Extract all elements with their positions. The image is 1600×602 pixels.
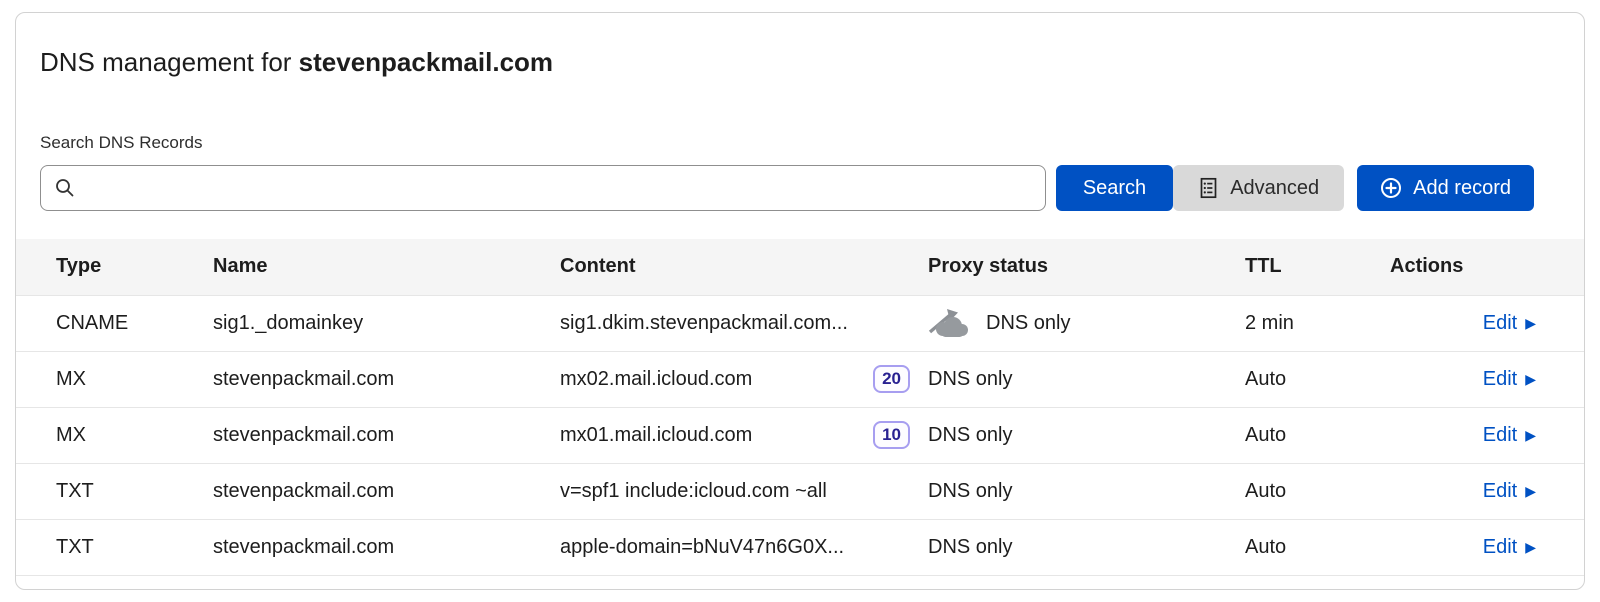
record-name: stevenpackmail.com: [213, 407, 560, 463]
plus-circle-icon: [1380, 177, 1402, 199]
record-name: stevenpackmail.com: [213, 351, 560, 407]
record-type: TXT: [16, 463, 213, 519]
record-ttl: Auto: [1245, 407, 1390, 463]
record-content: v=spf1 include:icloud.com ~all: [560, 480, 827, 503]
search-button-label: Search: [1083, 177, 1146, 200]
edit-button[interactable]: Edit ▶: [1483, 312, 1536, 335]
column-header-actions: Actions: [1390, 239, 1584, 295]
search-box: [40, 165, 1046, 211]
column-header-content: Content: [560, 239, 928, 295]
search-controls: Search Advanced: [40, 165, 1560, 211]
edit-button[interactable]: Edit ▶: [1483, 424, 1536, 447]
search-input[interactable]: [40, 165, 1046, 211]
priority-badge: 20: [873, 365, 910, 393]
edit-button-label: Edit: [1483, 424, 1517, 447]
proxy-status-text: DNS only: [928, 424, 1012, 447]
edit-arrow-icon: ▶: [1525, 484, 1536, 498]
page-title: DNS management for stevenpackmail.com: [40, 47, 1560, 77]
search-records-label: Search DNS Records: [40, 133, 1560, 153]
page-title-prefix: DNS management for: [40, 47, 299, 77]
record-type: MX: [16, 407, 213, 463]
record-content: mx02.mail.icloud.com: [560, 368, 752, 391]
domain-name: stevenpackmail.com: [299, 47, 553, 77]
edit-arrow-icon: ▶: [1525, 428, 1536, 442]
record-ttl: Auto: [1245, 351, 1390, 407]
search-button[interactable]: Search: [1056, 165, 1173, 211]
record-content: apple-domain=bNuV47n6G0X...: [560, 536, 844, 559]
edit-button[interactable]: Edit ▶: [1483, 536, 1536, 559]
edit-button[interactable]: Edit ▶: [1483, 480, 1536, 503]
table-row: CNAME sig1._domainkey sig1.dkim.stevenpa…: [16, 295, 1584, 351]
table-row: TXT stevenpackmail.com v=spf1 include:ic…: [16, 463, 1584, 519]
record-ttl: 2 min: [1245, 295, 1390, 351]
edit-arrow-icon: ▶: [1525, 372, 1536, 386]
proxy-status-text: DNS only: [928, 536, 1012, 559]
edit-arrow-icon: ▶: [1525, 316, 1536, 330]
proxy-status-text: DNS only: [928, 368, 1012, 391]
column-header-proxy-status: Proxy status: [928, 239, 1245, 295]
table-row: MX stevenpackmail.com mx01.mail.icloud.c…: [16, 407, 1584, 463]
dns-management-panel: DNS management for stevenpackmail.com Se…: [15, 12, 1585, 590]
dns-only-cloud-icon: [928, 308, 972, 338]
edit-button-label: Edit: [1483, 536, 1517, 559]
record-name: stevenpackmail.com: [213, 463, 560, 519]
edit-button-label: Edit: [1483, 368, 1517, 391]
column-header-ttl: TTL: [1245, 239, 1390, 295]
dns-records-table: Type Name Content Proxy status TTL Actio…: [16, 239, 1584, 576]
advanced-button-label: Advanced: [1230, 177, 1319, 200]
record-ttl: Auto: [1245, 463, 1390, 519]
record-name: stevenpackmail.com: [213, 519, 560, 575]
list-document-icon: [1198, 177, 1219, 199]
edit-arrow-icon: ▶: [1525, 540, 1536, 554]
priority-badge: 10: [873, 421, 910, 449]
record-type: MX: [16, 351, 213, 407]
record-type: CNAME: [16, 295, 213, 351]
record-type: TXT: [16, 519, 213, 575]
table-row: MX stevenpackmail.com mx02.mail.icloud.c…: [16, 351, 1584, 407]
column-header-type: Type: [16, 239, 213, 295]
proxy-status-text: DNS only: [928, 480, 1012, 503]
add-record-button-label: Add record: [1413, 177, 1511, 200]
record-content: mx01.mail.icloud.com: [560, 424, 752, 447]
record-name: sig1._domainkey: [213, 295, 560, 351]
proxy-status-text: DNS only: [986, 312, 1070, 335]
table-header-row: Type Name Content Proxy status TTL Actio…: [16, 239, 1584, 295]
record-ttl: Auto: [1245, 519, 1390, 575]
edit-button-label: Edit: [1483, 480, 1517, 503]
record-content: sig1.dkim.stevenpackmail.com...: [560, 312, 848, 335]
table-row: TXT stevenpackmail.com apple-domain=bNuV…: [16, 519, 1584, 575]
edit-button-label: Edit: [1483, 312, 1517, 335]
advanced-button[interactable]: Advanced: [1173, 165, 1344, 211]
edit-button[interactable]: Edit ▶: [1483, 368, 1536, 391]
column-header-name: Name: [213, 239, 560, 295]
add-record-button[interactable]: Add record: [1357, 165, 1534, 211]
